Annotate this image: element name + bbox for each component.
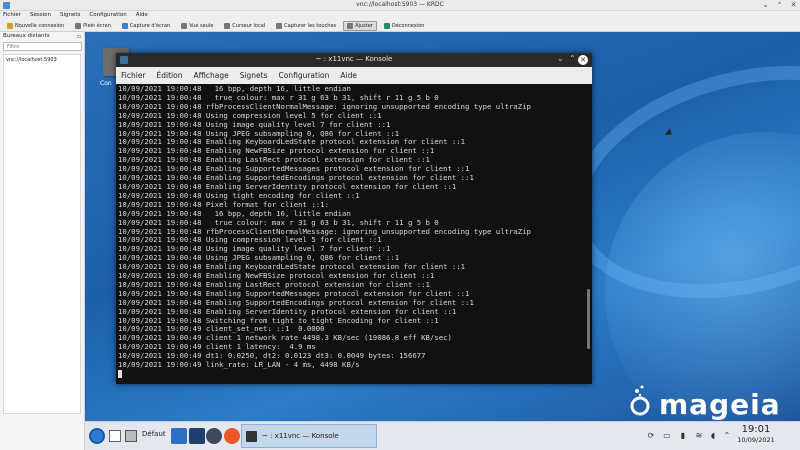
file-manager-icon[interactable] bbox=[171, 428, 187, 444]
konsole-title-bar[interactable]: ~ : x11vnc — Konsole ⌄ ⌃ ✕ bbox=[116, 53, 592, 67]
krdc-title-bar: vnc://localhost:5903 — KRDC ⌄ ⌃ ✕ bbox=[0, 0, 800, 11]
view-only-icon bbox=[181, 22, 188, 29]
terminal-scrollbar[interactable] bbox=[587, 289, 590, 349]
menu-session[interactable]: Session bbox=[30, 11, 51, 20]
konsole-menu-configuration[interactable]: Configuration bbox=[279, 71, 330, 80]
fullscreen-icon bbox=[75, 22, 82, 29]
scale-icon bbox=[347, 22, 354, 29]
konsole-menu-bar: Fichier Édition Affichage Signets Config… bbox=[116, 67, 592, 84]
remote-desktops-header: Bureaux distants ▫ bbox=[3, 32, 81, 41]
pager-label[interactable]: Défaut bbox=[142, 430, 166, 438]
terminal-prompt-line[interactable] bbox=[118, 370, 592, 379]
krdc-window-title: vnc://localhost:5903 — KRDC bbox=[356, 1, 444, 8]
firefox-icon[interactable] bbox=[224, 428, 240, 444]
konsole-window-title: ~ : x11vnc — Konsole bbox=[315, 55, 393, 63]
terminal-cursor bbox=[118, 370, 122, 378]
terminal-output[interactable]: 10/09/2021 19:00:48 16 bpp, depth 16, li… bbox=[116, 84, 592, 384]
krdc-menu-bar: Fichier Session Signets Configuration Ai… bbox=[0, 11, 800, 20]
list-item[interactable]: vnc://localhost:5903 bbox=[4, 55, 80, 65]
disconnect-button[interactable]: Déconnexion bbox=[380, 21, 429, 31]
remote-desktops-panel: Bureaux distants ▫ vnc://localhost:5903 bbox=[0, 32, 85, 450]
remote-desktop-list: vnc://localhost:5903 bbox=[3, 54, 81, 414]
clock-date: 10/09/2021 bbox=[737, 436, 775, 444]
volume-icon[interactable]: ◖ bbox=[707, 430, 719, 442]
clock-time: 19:01 bbox=[741, 424, 771, 435]
fullscreen-button[interactable]: Plein écran bbox=[71, 21, 115, 31]
local-cursor-button[interactable]: Curseur local bbox=[220, 21, 269, 31]
menu-aide[interactable]: Aide bbox=[136, 11, 148, 20]
konsole-menu-affichage[interactable]: Affichage bbox=[193, 71, 228, 80]
konsole-menu-fichier[interactable]: Fichier bbox=[121, 71, 146, 80]
close-icon[interactable]: ✕ bbox=[789, 1, 798, 9]
krdc-toolbar: Nouvelle connexion Plein écran Capture d… bbox=[0, 20, 800, 32]
taskbar-task-konsole[interactable]: ~ : x11vnc — Konsole bbox=[241, 424, 377, 448]
desktop-icon-label: Con bbox=[100, 80, 112, 87]
konsole-window[interactable]: ~ : x11vnc — Konsole ⌄ ⌃ ✕ Fichier Éditi… bbox=[116, 53, 592, 384]
menu-configuration[interactable]: Configuration bbox=[89, 11, 126, 20]
konsole-minimize-icon[interactable]: ⌄ bbox=[557, 54, 564, 63]
maximize-icon[interactable]: ⌃ bbox=[775, 1, 784, 9]
new-connection-button[interactable]: Nouvelle connexion bbox=[3, 21, 68, 31]
clipboard-icon[interactable]: ▭ bbox=[661, 430, 673, 442]
folder-icon[interactable] bbox=[189, 428, 205, 444]
konsole-menu-aide[interactable]: Aide bbox=[340, 71, 357, 80]
konsole-menu-signets[interactable]: Signets bbox=[240, 71, 268, 80]
disconnect-icon bbox=[383, 22, 390, 29]
konsole-task-icon bbox=[246, 430, 257, 442]
view-only-button[interactable]: Vue seule bbox=[177, 21, 217, 31]
battery-icon[interactable]: ▮ bbox=[677, 430, 689, 442]
network-icon[interactable]: ≋ bbox=[693, 430, 705, 442]
grab-keys-icon bbox=[276, 22, 283, 29]
minimize-icon[interactable]: ⌄ bbox=[761, 1, 770, 9]
settings-icon[interactable] bbox=[206, 428, 222, 444]
konsole-maximize-icon[interactable]: ⌃ bbox=[569, 54, 576, 63]
screenshot-button[interactable]: Capture d'écran bbox=[118, 21, 174, 31]
menu-signets[interactable]: Signets bbox=[60, 11, 80, 20]
konsole-menu-edition[interactable]: Édition bbox=[157, 71, 183, 80]
pager-icon[interactable] bbox=[125, 430, 137, 442]
filter-input[interactable] bbox=[3, 42, 82, 51]
konsole-close-icon[interactable]: ✕ bbox=[578, 55, 588, 65]
mageia-wordmark: mageia bbox=[659, 388, 781, 421]
terminal-line: 10/09/2021 19:00:49 link_rate: LR_LAN - … bbox=[118, 360, 360, 370]
menu-fichier[interactable]: Fichier bbox=[3, 11, 21, 20]
scale-button[interactable]: Ajuster bbox=[343, 20, 377, 31]
local-cursor-icon bbox=[224, 22, 231, 29]
updates-icon[interactable]: ⟳ bbox=[645, 430, 657, 442]
taskbar: Défaut ~ : x11vnc — Konsole ⟳ ▭ ▮ ≋ ◖ ⌃ … bbox=[85, 421, 800, 450]
grab-keys-button[interactable]: Capturer les touches bbox=[272, 21, 340, 31]
mageia-logo-icon bbox=[630, 385, 650, 416]
clock[interactable]: 19:01 10/09/2021 bbox=[732, 424, 780, 445]
application-launcher-icon[interactable] bbox=[89, 428, 105, 444]
panel-close-icon[interactable]: ▫ bbox=[77, 32, 81, 41]
screenshot-icon bbox=[121, 22, 128, 29]
new-connection-icon bbox=[7, 22, 13, 29]
show-desktop-icon[interactable] bbox=[109, 430, 121, 442]
